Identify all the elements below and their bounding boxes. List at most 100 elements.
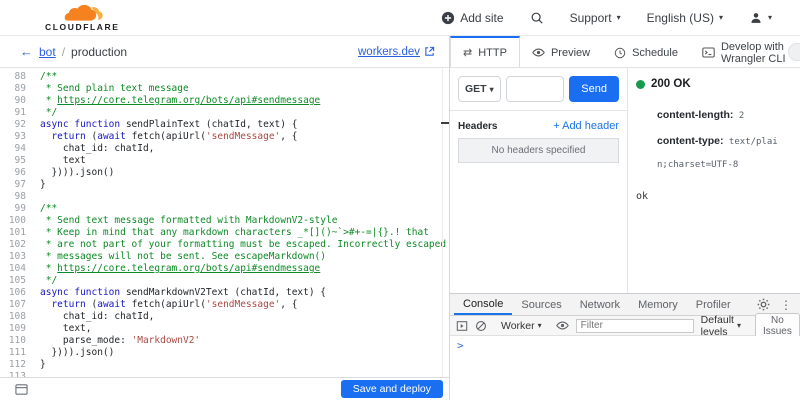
tab-preview-label: Preview [550, 46, 591, 59]
add-site-label: Add site [460, 10, 504, 25]
code-text: * https://core.telegram.org/bots/api#sen… [40, 95, 321, 106]
line-number: 102 [8, 239, 26, 250]
tab-wrangler-cli[interactable]: Develop with Wrangler CLI [690, 36, 800, 67]
devtools-tab-memory[interactable]: Memory [629, 294, 687, 315]
cloudflare-logo[interactable]: CLOUDFLARE [45, 3, 120, 32]
code-line: 102 * are not part of your formatting mu… [0, 239, 449, 251]
console-filter-input[interactable] [575, 318, 694, 333]
tab-wrangler-label: Develop with Wrangler CLI [720, 40, 786, 65]
code-line: 93 return (await fetch(apiUrl('sendMessa… [0, 131, 449, 143]
code-editor[interactable]: 88/** 89 * Send plain text message 90 * ht… [0, 68, 449, 377]
method-dropdown[interactable]: GET ▾ [458, 76, 501, 102]
code-text: } [40, 359, 46, 370]
language-menu[interactable]: English (US) ▾ [647, 11, 723, 25]
eye-icon[interactable] [555, 319, 569, 332]
request-url-input[interactable] [505, 76, 565, 102]
line-number: 88 [14, 71, 26, 82]
editor-footer-bar: Save and deploy [0, 377, 449, 400]
workers-dev-label: workers.dev [358, 45, 420, 58]
panel-toggle-icon[interactable] [15, 383, 28, 396]
top-bar: CLOUDFLARE Add site Support ▾ English (U… [0, 0, 800, 36]
console-sidebar-icon[interactable] [456, 320, 468, 332]
line-number: 91 [14, 107, 26, 118]
line-number: 93 [14, 131, 26, 142]
devtools-tab-network[interactable]: Network [571, 294, 629, 315]
cloudflare-workers-app: CLOUDFLARE Add site Support ▾ English (U… [0, 0, 800, 400]
response-header: content-type: text/plain;charset=UTF-8 [657, 128, 787, 174]
code-line: 103 * messages will not be sent. See esc… [0, 251, 449, 263]
code-text: * https://core.telegram.org/bots/api#sen… [40, 263, 321, 274]
no-headers-notice: No headers specified [458, 138, 619, 163]
line-number: 95 [14, 155, 26, 166]
save-and-deploy-button[interactable]: Save and deploy [340, 380, 443, 398]
line-number: 111 [8, 347, 26, 358]
console-prompt: > [457, 339, 464, 352]
code-text: }))).json() [40, 167, 115, 178]
search-button[interactable] [530, 11, 544, 25]
editor-code: 88/** 89 * Send plain text message 90 * ht… [0, 71, 449, 377]
workers-dev-link[interactable]: workers.dev [358, 46, 435, 58]
back-arrow-icon[interactable]: ← [20, 44, 33, 59]
response-panel: 200 OK content-length: 2 content-type: te… [628, 68, 800, 293]
gear-icon[interactable] [757, 298, 770, 311]
status-text: 200 OK [651, 78, 691, 90]
no-issues-button[interactable]: No Issues [754, 312, 800, 339]
send-button[interactable]: Send [569, 76, 619, 102]
code-line: 101 * Keep in mind that any markdown cha… [0, 227, 449, 239]
response-header-name: content-length: [657, 109, 734, 121]
clear-console-icon[interactable] [475, 320, 487, 332]
search-icon [530, 11, 544, 25]
code-text: }))).json() [40, 347, 115, 358]
devtools-tab-console[interactable]: Console [454, 294, 513, 315]
tab-overflow-pill[interactable] [788, 43, 800, 61]
circle-plus-icon [441, 11, 455, 25]
add-site-button[interactable]: Add site [441, 10, 504, 25]
status-green-dot-icon [636, 79, 645, 89]
code-text: async function sendMarkdownV2Text (chatI… [40, 287, 327, 298]
response-status: 200 OK [636, 78, 792, 90]
line-number: 94 [14, 143, 26, 154]
code-line: 88 /** [0, 71, 449, 83]
language-label: English (US) [646, 10, 714, 25]
code-text: * are not part of your formatting must b… [40, 239, 447, 250]
tools-pane: ⇄ HTTP Preview Schedule Develop with Wra… [450, 36, 800, 400]
support-menu[interactable]: Support ▾ [570, 11, 621, 25]
line-number: 109 [8, 323, 26, 334]
code-text: chat_id: chatId, [40, 311, 155, 322]
code-line: 96 }))).json() [0, 167, 449, 179]
code-line: 90 * https://core.telegram.org/bots/api#… [0, 95, 449, 107]
code-line: 106 async function sendMarkdownV2Text (ch… [0, 287, 449, 299]
add-header-link[interactable]: + Add header [553, 120, 619, 132]
code-line: 104 * https://core.telegram.org/bots/api… [0, 263, 449, 275]
tab-http-label: HTTP [478, 46, 507, 59]
code-line: 111 }))).json() [0, 347, 449, 359]
code-text: chat_id: chatId, [40, 143, 155, 154]
devtools-tab-profiler[interactable]: Profiler [687, 294, 740, 315]
tab-http[interactable]: ⇄ HTTP [450, 36, 520, 67]
code-line: 100 * Send text message formatted with M… [0, 215, 449, 227]
line-number: 96 [14, 167, 26, 178]
breadcrumb-project-link[interactable]: bot [39, 45, 56, 59]
chevron-down-icon: ▾ [616, 13, 621, 22]
line-number: 104 [8, 263, 26, 274]
code-text: text, [40, 323, 92, 334]
tab-preview[interactable]: Preview [520, 36, 602, 67]
log-levels-label: Default levels [700, 313, 734, 338]
devtools-tab-sources[interactable]: Sources [512, 294, 570, 315]
code-text: * Keep in mind that any markdown charact… [40, 227, 429, 238]
console-output[interactable]: > [450, 336, 800, 400]
kebab-menu-icon[interactable]: ⋮ [780, 298, 792, 312]
line-number: 105 [8, 275, 26, 286]
context-selector[interactable]: Worker ▾ [501, 320, 542, 332]
tab-schedule[interactable]: Schedule [602, 36, 690, 67]
code-text: */ [40, 275, 58, 286]
chevron-down-icon: ▾ [537, 321, 542, 330]
chevron-down-icon: ▾ [489, 84, 494, 94]
line-number: 112 [8, 359, 26, 370]
code-line: 113 [0, 371, 449, 377]
log-levels-selector[interactable]: Default levels ▾ [701, 314, 741, 338]
code-line: 105 */ [0, 275, 449, 287]
editor-scrollbar[interactable] [442, 68, 449, 377]
terminal-icon [702, 46, 715, 59]
account-menu[interactable]: ▾ [749, 11, 772, 25]
